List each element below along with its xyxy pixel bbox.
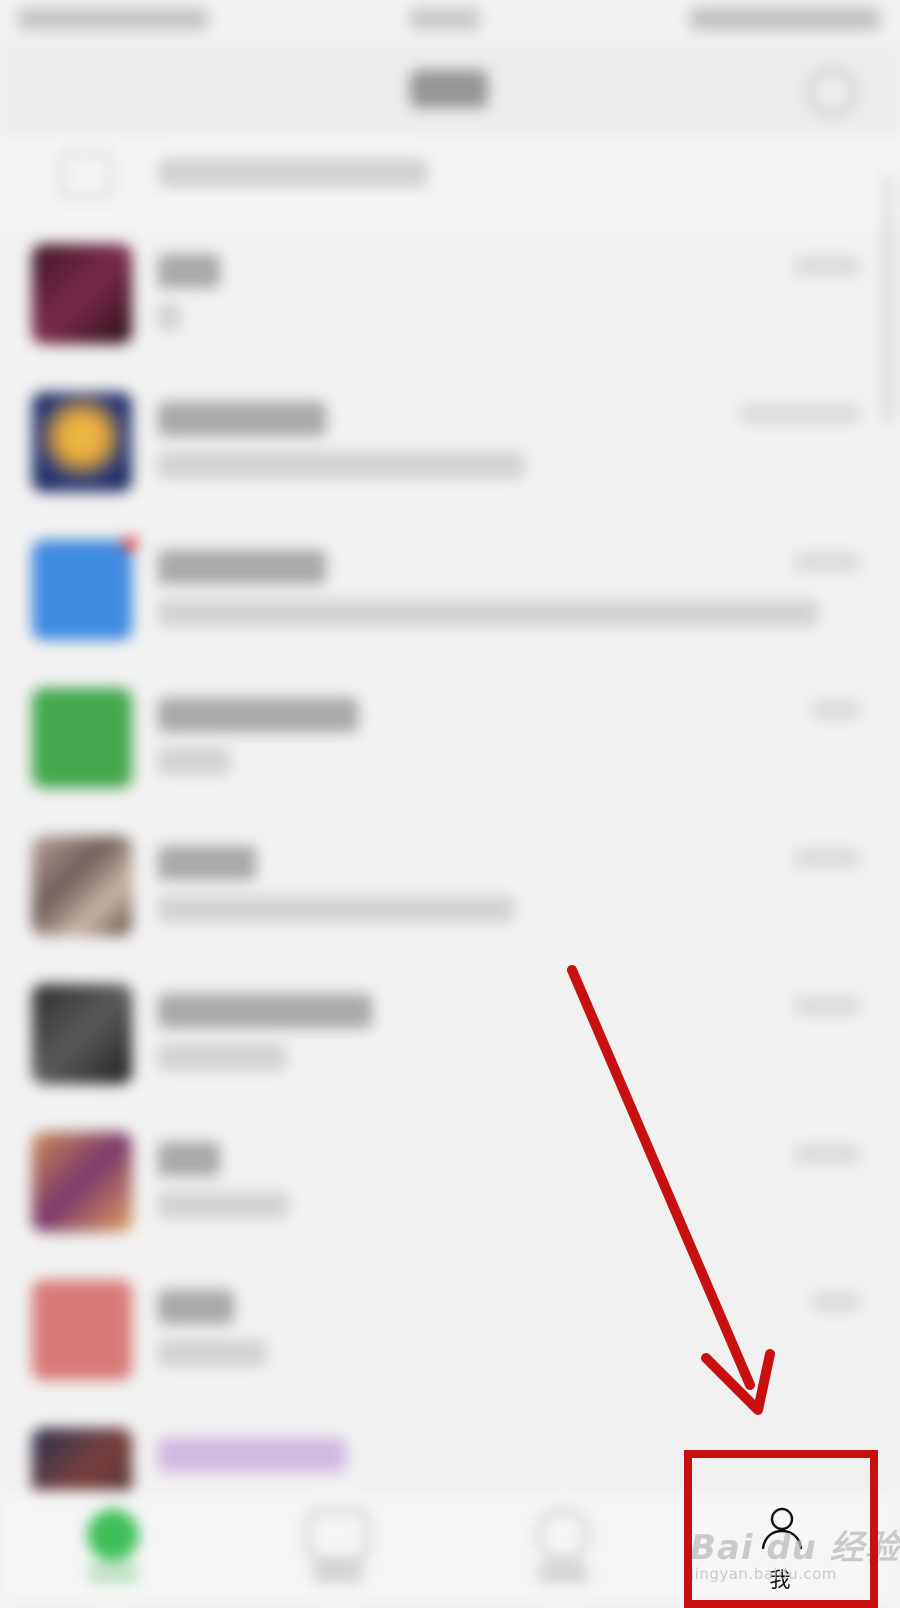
annotation-arrow xyxy=(567,965,775,1415)
